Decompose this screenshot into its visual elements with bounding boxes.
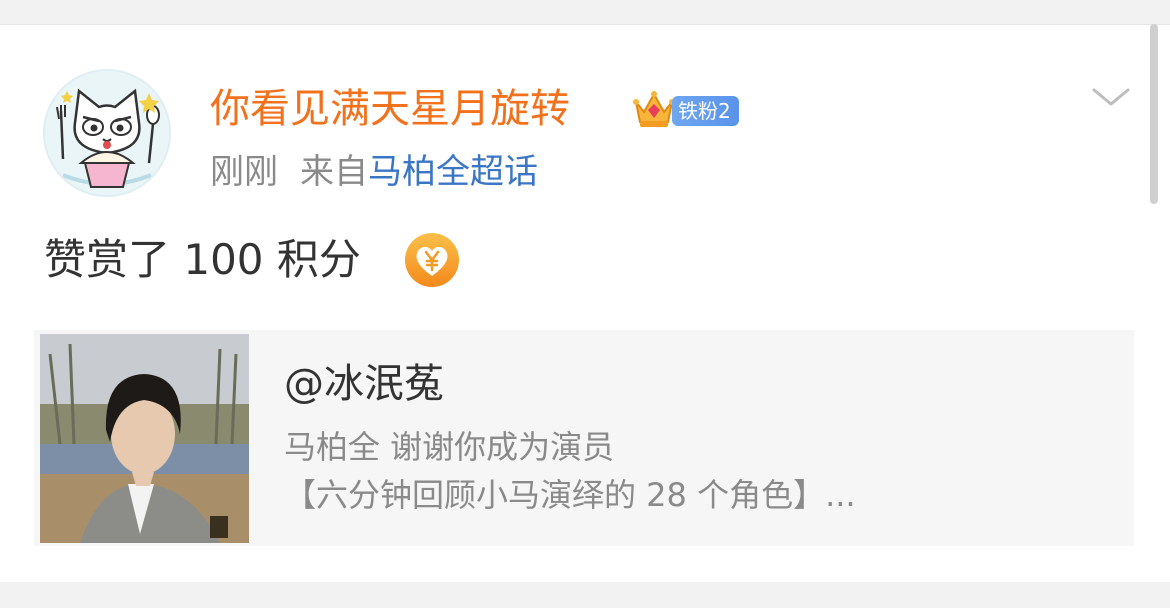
card-thumbnail — [40, 334, 249, 543]
source-prefix: 来自 — [300, 152, 368, 192]
post-meta: 刚刚 来自马柏全超话 — [210, 150, 538, 194]
user-avatar[interactable] — [43, 69, 171, 197]
shared-post-card[interactable]: @冰泯菟 马柏全 谢谢你成为演员 【六分钟回顾小马演绎的 28 个角色】... — [34, 330, 1134, 546]
bottom-divider-strip — [0, 582, 1170, 608]
card-title: @冰泯菟 — [284, 361, 444, 407]
card-subtitle: 马柏全 谢谢你成为演员 — [284, 428, 615, 466]
portrait-thumbnail-image — [40, 334, 249, 543]
chevron-down-icon[interactable] — [1088, 82, 1134, 112]
post-time: 刚刚 — [210, 152, 278, 192]
supertopic-link[interactable]: 马柏全超话 — [368, 152, 538, 192]
scrollbar[interactable] — [1150, 24, 1158, 204]
card-description: 【六分钟回顾小马演绎的 28 个角色】... — [284, 476, 856, 514]
cat-avatar-icon — [45, 71, 169, 195]
fan-badge-label: 铁粉2 — [672, 96, 739, 126]
crown-icon — [633, 91, 675, 127]
username[interactable]: 你看见满天星月旋转 — [210, 84, 570, 134]
yen-heart-icon — [405, 233, 459, 287]
top-divider-strip — [0, 0, 1170, 25]
post-text: 赞赏了 100 积分 — [44, 235, 361, 284]
